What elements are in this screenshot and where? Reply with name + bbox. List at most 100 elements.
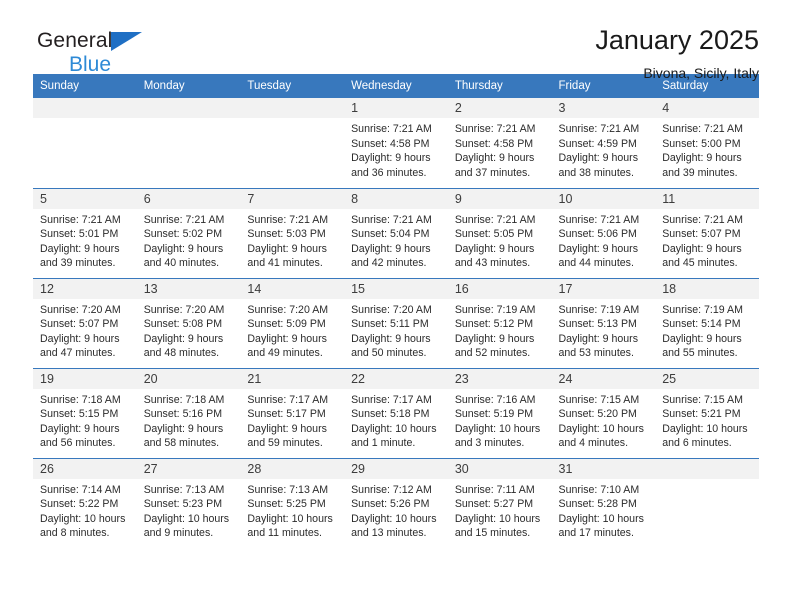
calendar-day-cell[interactable]: 5 Sunrise: 7:21 AM Sunset: 5:01 PM Daylight… (33, 187, 137, 278)
calendar-day-cell[interactable]: 1 Sunrise: 7:21 AM Sunset: 4:58 PM Daylight… (344, 98, 448, 188)
sunset-time: Sunset: 5:00 PM (662, 137, 741, 150)
daylight-duration-line2: and 17 minutes. (558, 527, 634, 540)
sunset-time: Sunset: 5:20 PM (558, 408, 637, 421)
generalblue-logo[interactable]: General Blue (37, 29, 142, 75)
calendar-day-cell[interactable]: 2 Sunrise: 7:21 AM Sunset: 4:58 PM Daylight… (447, 98, 552, 188)
calendar-day-cell[interactable]: 31 Sunrise: 7:10 AM Sunset: 5:28 PM Dayligh… (551, 457, 656, 548)
calendar-day-cell[interactable]: 28 Sunrise: 7:13 AM Sunset: 5:25 PM Dayligh… (240, 457, 345, 548)
daylight-duration-line1: Daylight: 10 hours (558, 422, 644, 435)
calendar-week-row: 26 Sunrise: 7:14 AM Sunset: 5:22 PM Dayligh… (33, 457, 759, 549)
sunrise-time: Sunrise: 7:21 AM (662, 213, 743, 226)
daylight-duration-line1: Daylight: 10 hours (351, 512, 437, 525)
sunset-time: Sunset: 5:07 PM (40, 318, 119, 331)
day-number: 31 (551, 458, 656, 479)
daylight-duration-line1: Daylight: 9 hours (247, 242, 327, 255)
daylight-duration-line1: Daylight: 10 hours (558, 512, 644, 525)
calendar-day-cell[interactable]: 18 Sunrise: 7:19 AM Sunset: 5:14 PM Dayligh… (655, 277, 759, 368)
day-sun-info: Sunrise: 7:21 AM Sunset: 4:59 PM Daylight:… (552, 118, 656, 180)
daylight-duration-line1: Daylight: 10 hours (454, 422, 541, 435)
sunrise-time: Sunrise: 7:20 AM (247, 303, 329, 316)
calendar-day-cell[interactable]: 17 Sunrise: 7:19 AM Sunset: 5:13 PM Dayligh… (551, 277, 656, 368)
day-cell-content: 27 Sunrise: 7:13 AM Sunset: 5:23 PM Dayligh… (136, 458, 241, 549)
logo-text-general: General (37, 29, 113, 52)
calendar-day-cell[interactable]: 9 Sunrise: 7:21 AM Sunset: 5:05 PM Daylight… (447, 187, 552, 278)
day-sun-info: Sunrise: 7:17 AM Sunset: 5:17 PM Daylight:… (240, 389, 344, 451)
day-cell-content: 8 Sunrise: 7:21 AM Sunset: 5:04 PM Daylight… (344, 188, 448, 278)
day-number: 14 (240, 278, 345, 299)
calendar-day-cell[interactable]: 15 Sunrise: 7:20 AM Sunset: 5:11 PM Dayligh… (344, 277, 448, 368)
daylight-duration-line1: Daylight: 9 hours (247, 332, 327, 345)
daylight-duration-line2: and 38 minutes. (558, 166, 634, 179)
day-sun-info: Sunrise: 7:21 AM Sunset: 5:03 PM Daylight:… (240, 209, 344, 271)
daylight-duration-line1: Daylight: 10 hours (143, 512, 230, 525)
day-number: 17 (551, 278, 656, 299)
daylight-duration-line1: Daylight: 10 hours (40, 512, 126, 525)
day-number (240, 98, 345, 118)
sunset-time: Sunset: 5:15 PM (40, 408, 119, 421)
calendar-day-cell[interactable]: 7 Sunrise: 7:21 AM Sunset: 5:03 PM Daylight… (240, 187, 345, 278)
day-sun-info: Sunrise: 7:11 AM Sunset: 5:27 PM Daylight:… (448, 479, 552, 541)
calendar-day-cell[interactable]: 25 Sunrise: 7:15 AM Sunset: 5:21 PM Dayligh… (655, 367, 759, 458)
day-sun-info: Sunrise: 7:20 AM Sunset: 5:11 PM Daylight:… (344, 299, 448, 361)
sunset-time: Sunset: 5:17 PM (247, 408, 326, 421)
calendar-day-cell[interactable]: 26 Sunrise: 7:14 AM Sunset: 5:22 PM Dayligh… (33, 457, 137, 549)
calendar-day-cell[interactable]: 30 Sunrise: 7:11 AM Sunset: 5:27 PM Dayligh… (447, 457, 552, 548)
day-cell-content: 23 Sunrise: 7:16 AM Sunset: 5:19 PM Dayligh… (447, 368, 552, 458)
daylight-duration-line2: and 42 minutes. (351, 257, 427, 270)
daylight-duration-line2: and 39 minutes. (662, 166, 738, 179)
day-cell-content: 12 Sunrise: 7:20 AM Sunset: 5:07 PM Dayligh… (33, 278, 137, 368)
day-sun-info: Sunrise: 7:20 AM Sunset: 5:09 PM Daylight:… (240, 299, 344, 361)
daylight-duration-line1: Daylight: 9 hours (454, 332, 535, 345)
day-cell-content: 4 Sunrise: 7:21 AM Sunset: 5:00 PM Daylight… (655, 98, 759, 188)
calendar-day-cell[interactable]: 29 Sunrise: 7:12 AM Sunset: 5:26 PM Dayligh… (344, 457, 448, 548)
day-number: 20 (136, 368, 241, 389)
daylight-duration-line2: and 8 minutes. (40, 527, 110, 540)
sunset-time: Sunset: 5:12 PM (454, 318, 534, 331)
sunrise-time: Sunrise: 7:11 AM (454, 483, 535, 496)
calendar-week-row: 5 Sunrise: 7:21 AM Sunset: 5:01 PM Daylight… (33, 187, 759, 278)
calendar-day-cell[interactable]: 19 Sunrise: 7:18 AM Sunset: 5:15 PM Dayligh… (33, 367, 137, 458)
sunrise-time: Sunrise: 7:13 AM (143, 483, 225, 496)
daylight-duration-line2: and 37 minutes. (454, 166, 531, 179)
calendar-day-cell[interactable]: 4 Sunrise: 7:21 AM Sunset: 5:00 PM Daylight… (655, 98, 759, 188)
daylight-duration-line2: and 47 minutes. (40, 347, 116, 360)
day-sun-info: Sunrise: 7:10 AM Sunset: 5:28 PM Daylight:… (552, 479, 656, 541)
calendar-day-cell[interactable]: 21 Sunrise: 7:17 AM Sunset: 5:17 PM Dayligh… (240, 367, 345, 458)
calendar-day-cell[interactable]: 11 Sunrise: 7:21 AM Sunset: 5:07 PM Dayligh… (655, 187, 759, 278)
sunset-time: Sunset: 5:19 PM (454, 408, 534, 421)
daylight-duration-line1: Daylight: 9 hours (143, 422, 224, 435)
sunset-time: Sunset: 5:18 PM (351, 408, 430, 421)
sunrise-time: Sunrise: 7:21 AM (351, 213, 432, 226)
calendar-day-cell[interactable]: 22 Sunrise: 7:17 AM Sunset: 5:18 PM Dayligh… (344, 367, 448, 458)
calendar-day-cell[interactable]: 24 Sunrise: 7:15 AM Sunset: 5:20 PM Dayligh… (551, 367, 656, 458)
day-cell-content: 26 Sunrise: 7:14 AM Sunset: 5:22 PM Dayligh… (33, 458, 137, 549)
weekday-header-tuesday: Tuesday (240, 74, 345, 98)
sunset-time: Sunset: 5:28 PM (558, 498, 637, 511)
calendar-day-cell[interactable]: 6 Sunrise: 7:21 AM Sunset: 5:02 PM Daylight… (136, 187, 241, 278)
daylight-duration-line1: Daylight: 9 hours (662, 152, 742, 165)
calendar-day-cell[interactable]: 8 Sunrise: 7:21 AM Sunset: 5:04 PM Daylight… (344, 187, 448, 278)
sunset-time: Sunset: 5:22 PM (40, 498, 119, 511)
calendar-day-cell-empty (33, 98, 137, 188)
day-number: 18 (655, 278, 759, 299)
calendar-day-cell[interactable]: 23 Sunrise: 7:16 AM Sunset: 5:19 PM Dayligh… (447, 367, 552, 458)
day-number (136, 98, 241, 118)
day-number: 19 (33, 368, 137, 389)
calendar-day-cell[interactable]: 27 Sunrise: 7:13 AM Sunset: 5:23 PM Dayligh… (136, 457, 241, 549)
calendar-day-cell[interactable]: 14 Sunrise: 7:20 AM Sunset: 5:09 PM Dayligh… (240, 277, 345, 368)
calendar-day-cell[interactable]: 16 Sunrise: 7:19 AM Sunset: 5:12 PM Dayligh… (447, 277, 552, 368)
sunrise-time: Sunrise: 7:21 AM (247, 213, 329, 226)
calendar-day-cell[interactable]: 3 Sunrise: 7:21 AM Sunset: 4:59 PM Daylight… (551, 98, 656, 188)
day-sun-info: Sunrise: 7:18 AM Sunset: 5:15 PM Daylight:… (33, 389, 137, 451)
day-cell-content: 13 Sunrise: 7:20 AM Sunset: 5:08 PM Dayligh… (136, 278, 241, 368)
day-number: 26 (33, 458, 137, 479)
sunrise-time: Sunrise: 7:19 AM (454, 303, 536, 316)
calendar-day-cell[interactable]: 13 Sunrise: 7:20 AM Sunset: 5:08 PM Dayligh… (136, 277, 241, 368)
calendar-day-cell[interactable]: 12 Sunrise: 7:20 AM Sunset: 5:07 PM Dayligh… (33, 277, 137, 368)
calendar-day-cell[interactable]: 10 Sunrise: 7:21 AM Sunset: 5:06 PM Dayligh… (551, 187, 656, 278)
day-cell-content: 1 Sunrise: 7:21 AM Sunset: 4:58 PM Daylight… (344, 98, 448, 188)
calendar-day-cell-empty (655, 457, 759, 548)
calendar-day-cell[interactable]: 20 Sunrise: 7:18 AM Sunset: 5:16 PM Dayligh… (136, 367, 241, 458)
day-cell-content: 5 Sunrise: 7:21 AM Sunset: 5:01 PM Daylight… (33, 188, 137, 278)
sunset-time: Sunset: 5:26 PM (351, 498, 430, 511)
